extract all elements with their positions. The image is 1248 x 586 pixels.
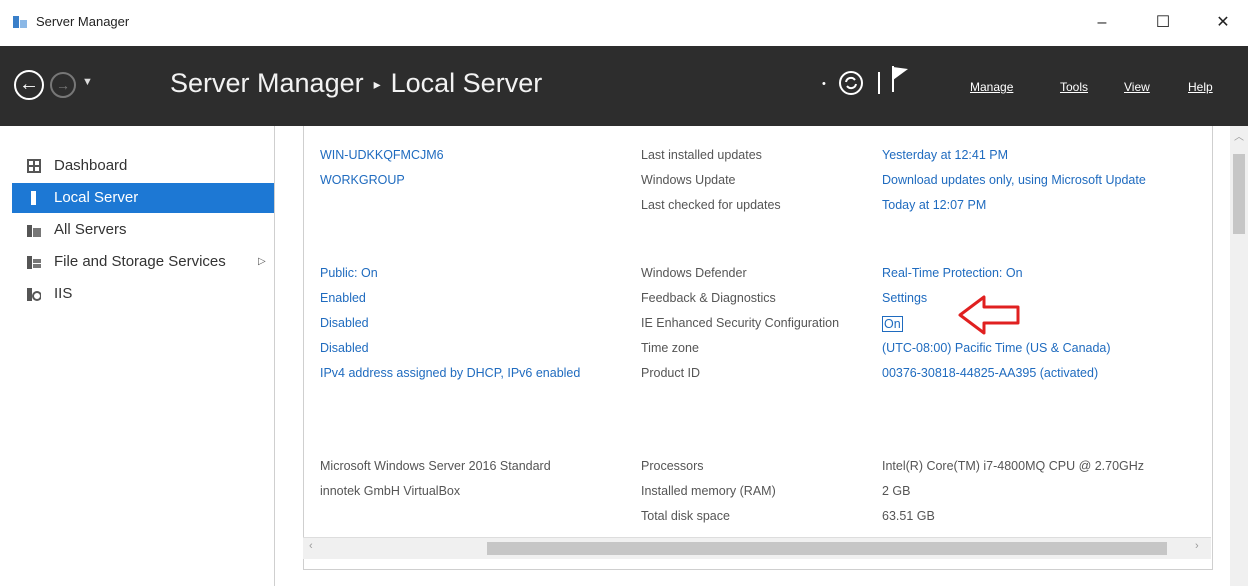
menu-help[interactable]: Help — [1188, 80, 1213, 94]
window-title: Server Manager — [36, 14, 130, 29]
memory-value: 2 GB — [882, 484, 911, 498]
windows-defender-label: Windows Defender — [641, 266, 747, 280]
sidebar-item-all-servers[interactable]: All Servers — [12, 215, 274, 245]
history-dropdown-icon[interactable]: ▼ — [82, 76, 93, 88]
computer-name-link[interactable]: WIN-UDKKQFMCJM6 — [320, 148, 444, 162]
expand-arrow-icon[interactable]: ▷ — [258, 247, 266, 277]
sidebar-item-iis[interactable]: IIS — [12, 279, 274, 309]
product-id-label: Product ID — [641, 366, 701, 380]
menu-manage[interactable]: Manage — [970, 80, 1013, 94]
refresh-dropdown-icon[interactable]: • — [822, 78, 826, 90]
app-header: ← → ▼ Server Manager ▸ Local Server • Mana… — [0, 46, 1248, 126]
disk-value: 63.51 GB — [882, 509, 935, 523]
product-id-link[interactable]: 00376-30818-44825-AA395 (activated) — [882, 366, 1098, 380]
sidebar-item-dashboard[interactable]: Dashboard — [12, 151, 274, 181]
content-area: WIN-UDKKQFMCJM6 WORKGROUP Public: On Ena… — [275, 126, 1248, 586]
close-button[interactable]: ✕ — [1200, 6, 1246, 40]
workgroup-link[interactable]: WORKGROUP — [320, 173, 405, 187]
annotation-arrow-icon — [958, 295, 1020, 335]
refresh-icon[interactable] — [838, 70, 864, 96]
hardware-value: innotek GmbH VirtualBox — [320, 484, 461, 498]
breadcrumb-separator-icon: ▸ — [373, 76, 381, 93]
last-checked-link[interactable]: Today at 12:07 PM — [882, 198, 986, 212]
memory-label: Installed memory (RAM) — [641, 484, 776, 498]
firewall-link[interactable]: Public: On — [320, 266, 378, 280]
sidebar: Dashboard Local Server All Servers File … — [0, 126, 275, 586]
sidebar-item-label: Dashboard — [54, 157, 128, 174]
last-installed-updates-link[interactable]: Yesterday at 12:41 PM — [882, 148, 1008, 162]
processors-label: Processors — [641, 459, 704, 473]
sidebar-item-label: Local Server — [54, 189, 139, 206]
server-manager-app-icon — [13, 16, 27, 28]
sidebar-item-file-storage[interactable]: File and Storage Services ▷ — [12, 247, 274, 277]
horizontal-scrollbar[interactable]: ‹ › — [303, 537, 1211, 559]
breadcrumb-current: Local Server — [390, 68, 543, 98]
properties-panel: WIN-UDKKQFMCJM6 WORKGROUP Public: On Ena… — [303, 126, 1213, 570]
vertical-scrollbar[interactable]: ︿ — [1230, 126, 1248, 586]
forward-arrow-icon[interactable]: → — [50, 72, 76, 98]
nic-teaming-link[interactable]: Disabled — [320, 341, 369, 355]
minimize-button[interactable]: – — [1079, 6, 1125, 40]
sidebar-item-label: File and Storage Services — [54, 253, 226, 270]
notifications-flag-icon[interactable] — [890, 64, 912, 94]
remote-management-link[interactable]: Enabled — [320, 291, 366, 305]
breadcrumb: Server Manager ▸ Local Server — [170, 68, 542, 99]
dashboard-icon — [27, 159, 41, 173]
storage-icon — [27, 256, 41, 269]
window-titlebar: Server Manager – ☐ ✕ — [0, 0, 1248, 47]
menu-tools[interactable]: Tools — [1060, 80, 1088, 94]
menu-view[interactable]: View — [1124, 80, 1150, 94]
time-zone-label: Time zone — [641, 341, 699, 355]
ethernet-link[interactable]: IPv4 address assigned by DHCP, IPv6 enab… — [320, 366, 580, 380]
scroll-up-icon[interactable]: ︿ — [1234, 128, 1244, 143]
ie-esc-label: IE Enhanced Security Configuration — [641, 316, 840, 330]
last-checked-label: Last checked for updates — [641, 198, 781, 212]
server-icon — [31, 191, 36, 205]
scroll-left-icon[interactable]: ‹ — [309, 540, 313, 552]
servers-icon — [27, 225, 41, 237]
feedback-label: Feedback & Diagnostics — [641, 291, 776, 305]
sidebar-item-label: All Servers — [54, 221, 127, 238]
windows-update-link[interactable]: Download updates only, using Microsoft U… — [882, 173, 1146, 187]
ie-esc-link[interactable]: On — [882, 316, 903, 332]
back-arrow-icon[interactable]: ← — [14, 70, 44, 100]
disk-label: Total disk space — [641, 509, 730, 523]
maximize-button[interactable]: ☐ — [1140, 6, 1186, 40]
processors-value: Intel(R) Core(TM) i7-4800MQ CPU @ 2.70GH… — [882, 459, 1145, 473]
time-zone-link[interactable]: (UTC-08:00) Pacific Time (US & Canada) — [882, 341, 1111, 355]
vertical-scroll-thumb[interactable] — [1233, 154, 1245, 234]
feedback-settings-link[interactable]: Settings — [882, 291, 927, 305]
horizontal-scroll-thumb[interactable] — [487, 542, 1167, 555]
scroll-right-icon[interactable]: › — [1195, 540, 1199, 552]
os-version-value: Microsoft Windows Server 2016 Standard — [320, 459, 551, 473]
sidebar-item-label: IIS — [54, 285, 73, 302]
defender-link[interactable]: Real-Time Protection: On — [882, 266, 1023, 280]
windows-update-label: Windows Update — [641, 173, 736, 187]
sidebar-item-local-server[interactable]: Local Server — [12, 183, 274, 213]
last-installed-updates-label: Last installed updates — [641, 148, 762, 162]
breadcrumb-root[interactable]: Server Manager — [170, 68, 364, 98]
iis-icon — [27, 288, 41, 301]
header-divider — [878, 72, 880, 94]
remote-desktop-link[interactable]: Disabled — [320, 316, 369, 330]
